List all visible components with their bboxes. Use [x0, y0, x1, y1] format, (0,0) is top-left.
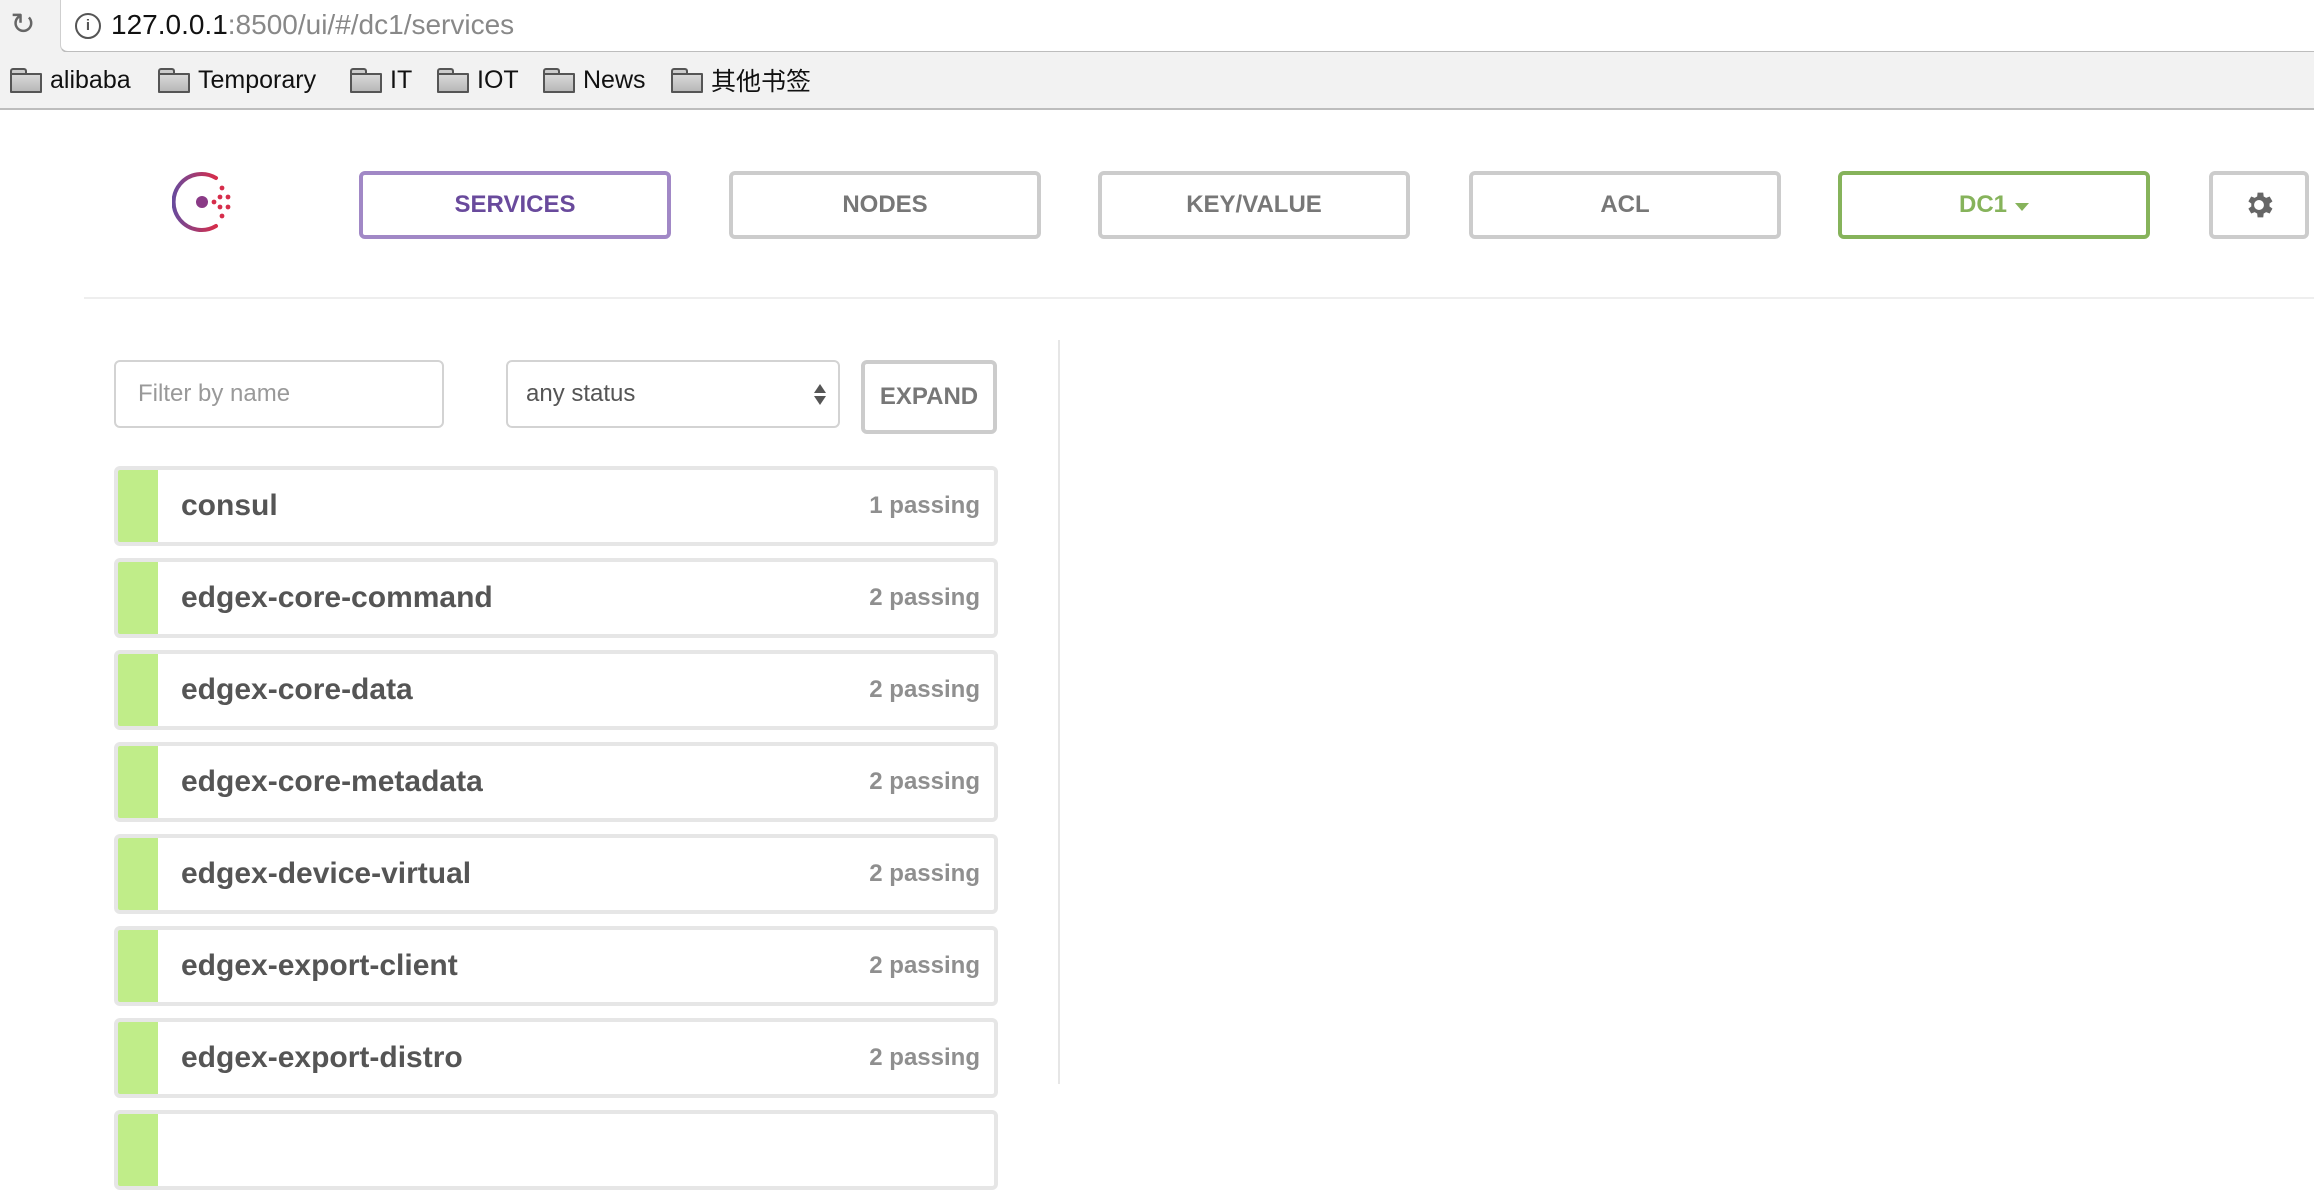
datacenter-label: DC1	[1958, 191, 2007, 218]
status-select-value: any status	[526, 380, 636, 407]
url-field[interactable]: i 127.0.0.1:8500/ui/#/dc1/services	[60, 0, 2314, 53]
nav-services[interactable]: SERVICES	[359, 171, 671, 239]
folder-icon	[10, 68, 42, 93]
bookmark-label: Temporary	[198, 65, 317, 94]
service-health-count: 2 passing	[869, 952, 980, 979]
service-name: edgex-core-command	[181, 581, 493, 614]
service-name: edgex-export-distro	[181, 1041, 463, 1074]
service-name: edgex-device-virtual	[181, 857, 472, 890]
service-health-count: 2 passing	[869, 860, 980, 887]
select-arrows-icon	[812, 383, 828, 405]
bookmark-alibaba[interactable]: alibaba	[10, 64, 131, 96]
health-status-bar	[118, 470, 158, 542]
service-health-count: 2 passing	[869, 584, 980, 611]
address-bar: ↻ i 127.0.0.1:8500/ui/#/dc1/services	[0, 0, 2314, 53]
service-health-count: 2 passing	[869, 1044, 980, 1071]
nav-services-label: SERVICES	[454, 191, 576, 218]
filter-by-name-field[interactable]	[114, 360, 444, 428]
bookmark-other[interactable]: 其他书签	[671, 64, 811, 96]
settings-button[interactable]	[2209, 171, 2309, 239]
bookmark-iot[interactable]: IOT	[437, 64, 519, 96]
datacenter-dropdown[interactable]: DC1	[1838, 171, 2150, 239]
bookmark-label: IT	[390, 65, 413, 94]
url-host: 127.0.0.1	[111, 9, 228, 40]
service-row[interactable]	[114, 1110, 998, 1190]
folder-icon	[158, 68, 190, 93]
filter-by-name-input[interactable]	[116, 362, 442, 426]
bookmark-label: 其他书签	[711, 68, 812, 96]
folder-icon	[350, 68, 382, 93]
nav-acl[interactable]: ACL	[1469, 171, 1781, 239]
health-status-bar	[118, 1114, 158, 1186]
health-status-bar	[118, 654, 158, 726]
nav-key-value-label: KEY/VALUE	[1186, 191, 1322, 218]
header-divider	[84, 297, 2314, 299]
reload-icon[interactable]: ↻	[6, 8, 40, 42]
caret-down-icon	[2015, 203, 2029, 211]
folder-icon	[437, 68, 469, 93]
status-select[interactable]: any status	[506, 360, 840, 428]
folder-icon	[543, 68, 575, 93]
bookmark-news[interactable]: News	[543, 64, 646, 96]
folder-icon	[671, 68, 703, 93]
health-status-bar	[118, 746, 158, 818]
nav-nodes[interactable]: NODES	[729, 171, 1041, 239]
column-divider	[1058, 340, 1060, 1084]
gear-icon	[2248, 192, 2273, 218]
service-row[interactable]: consul 1 passing	[114, 466, 998, 546]
bookmarks-bar: alibaba Temporary IT IOT News 其他书签	[0, 52, 2314, 110]
service-name: edgex-core-metadata	[181, 765, 483, 798]
service-row[interactable]: edgex-core-metadata 2 passing	[114, 742, 998, 822]
service-row[interactable]: edgex-export-distro 2 passing	[114, 1018, 998, 1098]
service-row[interactable]: edgex-device-virtual 2 passing	[114, 834, 998, 914]
health-status-bar	[118, 562, 158, 634]
nav-acl-label: ACL	[1600, 191, 1650, 218]
nav-key-value[interactable]: KEY/VALUE	[1098, 171, 1410, 239]
url-path: :8500/ui/#/dc1/services	[227, 9, 515, 40]
info-icon[interactable]: i	[75, 13, 101, 39]
health-status-bar	[118, 838, 158, 910]
service-row[interactable]: edgex-export-client 2 passing	[114, 926, 998, 1006]
expand-label: EXPAND	[879, 383, 979, 410]
service-health-count: 2 passing	[869, 768, 980, 795]
service-health-count: 1 passing	[869, 492, 980, 519]
service-row[interactable]: edgex-core-data 2 passing	[114, 650, 998, 730]
health-status-bar	[118, 1022, 158, 1094]
consul-logo[interactable]	[172, 170, 236, 234]
nav-nodes-label: NODES	[842, 191, 928, 218]
bookmark-temporary[interactable]: Temporary	[158, 64, 316, 96]
url-text[interactable]: 127.0.0.1:8500/ui/#/dc1/services	[111, 9, 514, 41]
service-name: edgex-export-client	[181, 949, 458, 982]
service-list: consul 1 passing edgex-core-command 2 passi…	[114, 466, 998, 1202]
service-row[interactable]: edgex-core-command 2 passing	[114, 558, 998, 638]
health-status-bar	[118, 930, 158, 1002]
bookmark-label: IOT	[477, 65, 519, 94]
bookmark-label: News	[583, 65, 646, 94]
service-name: consul	[181, 489, 278, 522]
service-health-count: 2 passing	[869, 676, 980, 703]
expand-button[interactable]: EXPAND	[861, 360, 997, 434]
bookmark-label: alibaba	[50, 65, 131, 94]
bookmark-it[interactable]: IT	[350, 64, 412, 96]
service-name: edgex-core-data	[181, 673, 413, 706]
